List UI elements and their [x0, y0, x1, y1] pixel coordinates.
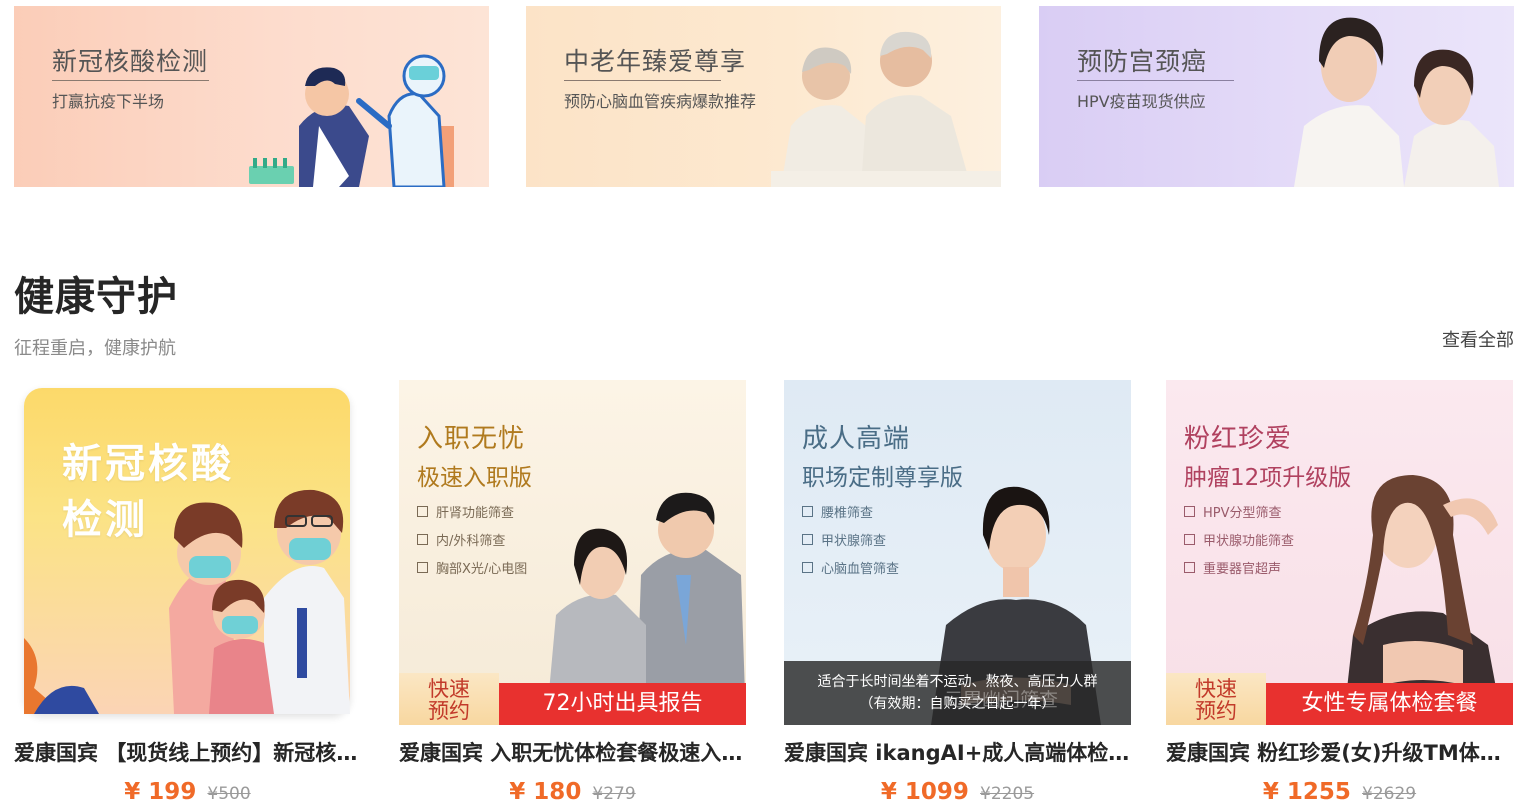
product-image[interactable]: 粉红珍爱 肿瘤12项升级版 HPV分型筛查 甲状腺功能筛查 重要器官超声 快速 …	[1166, 380, 1513, 725]
price-row: ¥ 199 ¥500	[14, 779, 361, 805]
product-card[interactable]: 成人高端 职场定制尊享版 腰椎筛查 甲状腺筛查 心脑血管筛查 适合于长时间坐着不…	[784, 380, 1131, 805]
product-title[interactable]: 爱康国宾 入职无忧体检套餐极速入职版	[399, 737, 746, 767]
quick-booking-tag: 快速 预约	[399, 673, 499, 725]
product-image[interactable]: 成人高端 职场定制尊享版 腰椎筛查 甲状腺筛查 心脑血管筛查 适合于长时间坐着不…	[784, 380, 1131, 725]
product-image[interactable]: 新冠核酸 检测	[14, 380, 361, 725]
product-title[interactable]: 爱康国宾 粉红珍爱(女)升级TM体检套餐	[1166, 737, 1513, 767]
checkbox-icon	[802, 534, 813, 545]
banner-subtitle: HPV疫苗现货供应	[1077, 92, 1206, 111]
banner-title: 预防宫颈癌	[1077, 47, 1208, 76]
feature-item: 重要器官超声	[1184, 556, 1294, 584]
feature-list: HPV分型筛查 甲状腺功能筛查 重要器官超声	[1184, 500, 1294, 584]
feature-item: 甲状腺筛查	[802, 528, 899, 556]
checkbox-icon	[1184, 534, 1195, 545]
feature-item: HPV分型筛查	[1184, 500, 1294, 528]
report-banner: 72小时出具报告	[499, 683, 746, 725]
original-price: ¥279	[592, 784, 636, 804]
price-row: ¥ 1099 ¥2205	[784, 779, 1131, 805]
product-image-title: 成人高端	[802, 424, 911, 454]
product-card[interactable]: 入职无忧 极速入职版 肝肾功能筛查 内/外科筛查 胸部X光/心电图 快速 预约 …	[399, 380, 746, 805]
price-row: ¥ 1255 ¥2629	[1166, 779, 1513, 805]
current-price: ¥ 1255	[1262, 779, 1351, 805]
section-title: 健康守护	[14, 274, 178, 320]
product-image-panel: 新冠核酸 检测	[24, 388, 350, 714]
original-price: ¥2629	[1362, 784, 1417, 804]
ghost-text: 元胃幽门筛查	[944, 689, 1059, 711]
current-price: ¥ 199	[124, 779, 197, 805]
applicable-note: 适合于长时间坐着不运动、熬夜、高压力人群 （有效期：自购买之日起一年） 元胃幽门…	[784, 661, 1131, 725]
product-image-title: 粉红珍爱	[1184, 424, 1293, 454]
women-exclusive-banner: 女性专属体检套餐	[1266, 683, 1513, 725]
two-women-photo	[1294, 17, 1499, 187]
price-row: ¥ 180 ¥279	[399, 779, 746, 805]
banner-title: 新冠核酸检测	[52, 47, 209, 76]
banner-hpv[interactable]: 预防宫颈癌 HPV疫苗现货供应	[1039, 6, 1514, 187]
banner-title: 中老年臻爱尊享	[564, 47, 747, 76]
checkbox-icon	[802, 506, 813, 517]
checkbox-icon	[417, 506, 428, 517]
checkbox-icon	[1184, 506, 1195, 517]
checkbox-icon	[802, 562, 813, 573]
checkbox-icon	[417, 562, 428, 573]
checkbox-icon	[417, 534, 428, 545]
banner-seniors[interactable]: 中老年臻爱尊享 预防心脑血管疾病爆款推荐	[526, 6, 1001, 187]
original-price: ¥500	[207, 784, 251, 804]
feature-item: 甲状腺功能筛查	[1184, 528, 1294, 556]
product-title[interactable]: 爱康国宾 ikangAI+成人高端体检套餐	[784, 737, 1131, 767]
promo-badge: 快速 预约 女性专属体检套餐	[1166, 673, 1513, 725]
checkbox-icon	[1184, 562, 1195, 573]
banner-divider	[52, 80, 209, 81]
feature-item: 心脑血管筛查	[802, 556, 899, 584]
section-subtitle: 征程重启，健康护航	[14, 338, 176, 359]
product-card[interactable]: 新冠核酸 检测 爱康国宾 【现货线上预约】新冠核酸检测 ¥ 199 ¥500	[14, 380, 361, 805]
banner-divider	[564, 80, 721, 81]
promo-badge: 快速 预约 72小时出具报告	[399, 673, 746, 725]
banner-subtitle: 预防心脑血管疾病爆款推荐	[564, 92, 757, 111]
product-card[interactable]: 粉红珍爱 肿瘤12项升级版 HPV分型筛查 甲状腺功能筛查 重要器官超声 快速 …	[1166, 380, 1513, 805]
banner-divider	[1077, 80, 1234, 81]
current-price: ¥ 1099	[880, 779, 969, 805]
covid-test-illustration	[249, 54, 454, 187]
senior-couple-photo	[771, 31, 1001, 187]
feature-item: 腰椎筛查	[802, 500, 899, 528]
feature-list: 腰椎筛查 甲状腺筛查 心脑血管筛查	[802, 500, 899, 584]
family-mask-illustration	[24, 489, 350, 714]
product-title[interactable]: 爱康国宾 【现货线上预约】新冠核酸检测	[14, 737, 361, 767]
quick-booking-tag: 快速 预约	[1166, 673, 1266, 725]
banner-covid-test[interactable]: 新冠核酸检测 打赢抗疫下半场	[14, 6, 489, 187]
product-image[interactable]: 入职无忧 极速入职版 肝肾功能筛查 内/外科筛查 胸部X光/心电图 快速 预约 …	[399, 380, 746, 725]
banner-subtitle: 打赢抗疫下半场	[52, 92, 165, 111]
original-price: ¥2205	[980, 784, 1035, 804]
view-all-link[interactable]: 查看全部	[1442, 326, 1514, 352]
current-price: ¥ 180	[509, 779, 582, 805]
